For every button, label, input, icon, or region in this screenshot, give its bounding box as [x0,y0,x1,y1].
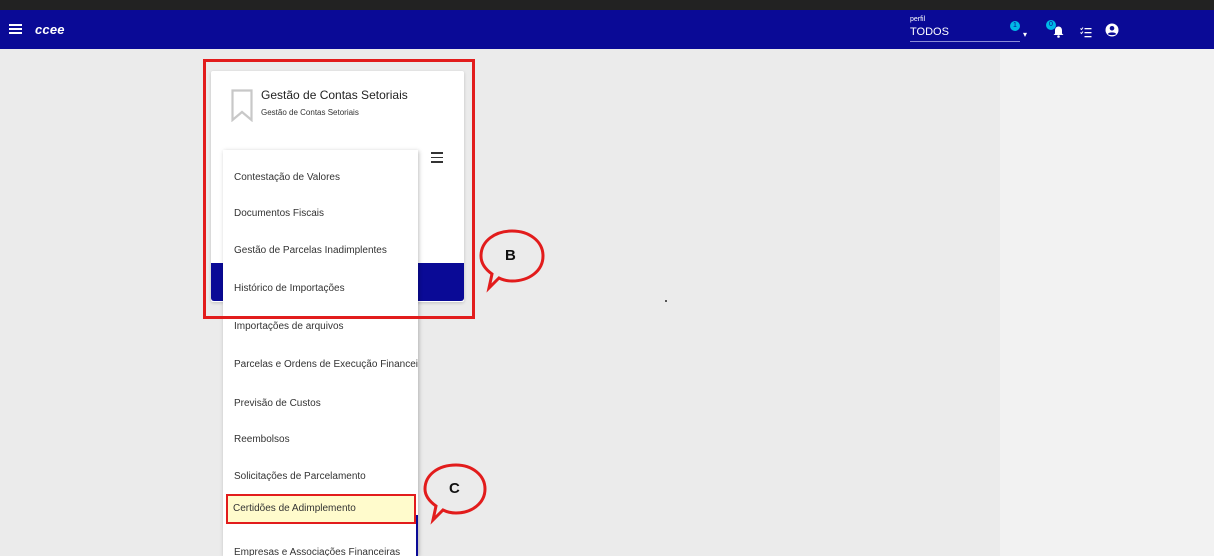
menu-item-certidoes-label: Certidões de Adimplemento [233,503,356,514]
brand-logo[interactable]: ccee [35,22,65,37]
top-navbar: ccee perfil TODOS ▾ 1 0 [0,10,1214,49]
right-panel [1000,49,1214,556]
menu-item-documentos[interactable]: Documentos Fiscais [223,195,418,233]
card-title: Gestão de Contas Setoriais [261,88,408,102]
profile-label: perfil [910,16,926,23]
tasks-icon[interactable] [1080,25,1092,43]
top-stripe [0,0,1214,10]
menu-item-parcelas-ordens[interactable]: Parcelas e Ordens de Execução Financeira [223,346,418,384]
notification-badge: 1 [1010,21,1020,31]
menu-item-empresas[interactable]: Empresas e Associações Financeiras [223,534,418,556]
profile-underline [910,41,1020,42]
card-subtitle: Gestão de Contas Setoriais [261,108,359,117]
menu-item-reembolsos[interactable]: Reembolsos [223,421,418,459]
menu-item-certidoes[interactable]: Certidões de Adimplemento [226,494,416,524]
bookmark-icon [231,89,253,127]
stray-dot [665,300,667,302]
callout-label-c: C [449,480,460,497]
dropdown-scrollbar[interactable] [416,515,418,556]
menu-item-solicitacoes[interactable]: Solicitações de Parcelamento [223,458,418,496]
menu-item-importacoes[interactable]: Importações de arquivos [223,308,418,346]
profile-value: TODOS [910,26,949,38]
menu-icon[interactable] [9,24,22,35]
menu-item-historico[interactable]: Histórico de Importações [223,270,418,308]
caret-down-icon: ▾ [1023,30,1028,39]
menu-item-parcelas-inadimplentes[interactable]: Gestão de Parcelas Inadimplentes [223,232,418,270]
menu-item-previsao[interactable]: Previsão de Custos [223,385,418,423]
bell-icon[interactable] [1053,25,1064,43]
user-circle-icon[interactable] [1105,23,1119,42]
hamburger-menu-icon[interactable] [431,152,443,166]
menu-item-contestacao[interactable]: Contestação de Valores [223,159,418,197]
callout-label-b: B [505,247,516,264]
